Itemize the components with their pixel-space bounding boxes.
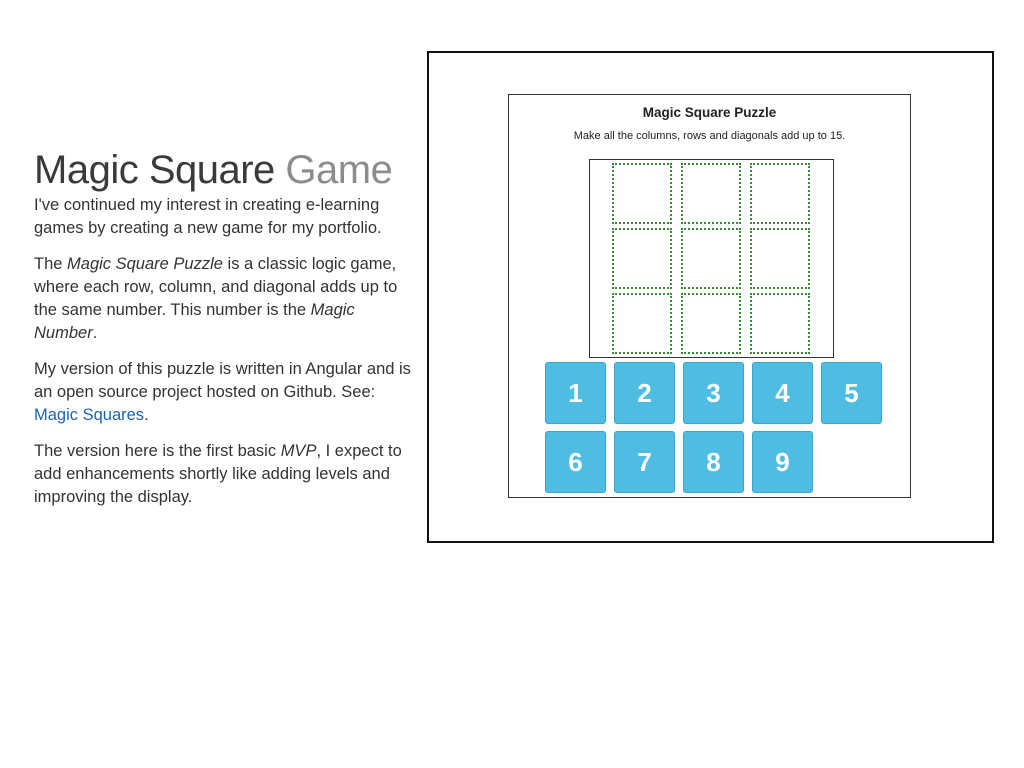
number-tile-5[interactable]: 5 [821, 362, 882, 424]
magic-squares-link[interactable]: Magic Squares [34, 406, 144, 424]
text-span: The [34, 255, 68, 273]
number-tile-3[interactable]: 3 [683, 362, 744, 424]
board-cell[interactable] [612, 293, 672, 354]
version-paragraph: The version here is the first basic MVP,… [34, 440, 419, 509]
magic-square-board [589, 159, 834, 358]
puzzle-instructions: Make all the columns, rows and diagonals… [573, 130, 846, 142]
page-title: Magic Square Game [34, 146, 419, 194]
puzzle-name: Magic Square Puzzle [67, 255, 223, 273]
number-tile-8[interactable]: 8 [683, 431, 744, 493]
board-cell[interactable] [681, 228, 741, 289]
number-tile-2[interactable]: 2 [614, 362, 675, 424]
number-tile-6[interactable]: 6 [545, 431, 606, 493]
number-tile-1[interactable]: 1 [545, 362, 606, 424]
board-cell[interactable] [681, 293, 741, 354]
board-cell[interactable] [681, 163, 741, 224]
puzzle-title: Magic Square Puzzle [642, 105, 777, 120]
board-cell[interactable] [612, 163, 672, 224]
number-tile-9[interactable]: 9 [752, 431, 813, 493]
mvp-term: MVP [280, 442, 317, 460]
number-tile-4[interactable]: 4 [752, 362, 813, 424]
article: Magic Square Game I've continued my inte… [34, 146, 419, 522]
board-cell[interactable] [750, 293, 810, 354]
text-span: . [144, 406, 149, 424]
intro-paragraph: I've continued my interest in creating e… [34, 196, 382, 237]
text-span: . [92, 324, 98, 342]
title-muted: Game [285, 148, 393, 192]
text-span: The version here is the first basic [34, 442, 281, 460]
number-tile-7[interactable]: 7 [614, 431, 675, 493]
description-paragraph: The Magic Square Puzzle is a classic log… [34, 253, 419, 345]
title-main: Magic Square [34, 148, 275, 192]
board-cell[interactable] [612, 228, 672, 289]
text-span: My version of this puzzle is written in … [34, 360, 411, 401]
board-cell[interactable] [750, 228, 810, 289]
board-cell[interactable] [750, 163, 810, 224]
source-paragraph: My version of this puzzle is written in … [34, 358, 419, 427]
